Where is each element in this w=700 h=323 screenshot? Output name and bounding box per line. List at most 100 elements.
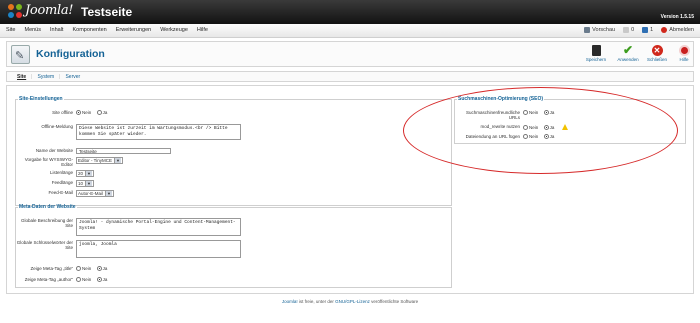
tab-site[interactable]: Site	[17, 74, 26, 80]
offline-message-label: Offline-Meldung	[41, 124, 73, 129]
page-title: Konfiguration	[36, 48, 105, 60]
checkmark-icon: ✔	[622, 43, 634, 57]
offline-message-textarea[interactable]: Diese Website ist zurzeit im Wartungsmod…	[76, 124, 241, 140]
logout-label: Abmelden	[669, 27, 694, 33]
meta-data-fieldset: Meta-Daten der Website Globale Beschreib…	[15, 204, 452, 288]
radio-label-no: Nein	[82, 266, 92, 272]
preview-link[interactable]: Vorschau	[584, 27, 615, 33]
description-textarea[interactable]: Joomla! - dynamische Portal-Engine und C…	[76, 218, 241, 236]
site-title: Testseite	[81, 5, 133, 19]
author-tag-row: Zeige Meta-Tag „author“ Nein Ja	[16, 277, 111, 283]
footer: Joomla! ist freie, unter der GNU/GPL-Liz…	[0, 299, 700, 304]
site-settings-legend: Site-Einstellungen	[19, 96, 63, 102]
keywords-label: Globale Schlüsselwörter der Site	[16, 240, 73, 250]
messages-count: 0	[631, 27, 635, 33]
license-link[interactable]: GNU/GPL-Lizenz	[335, 299, 370, 304]
title-tag-no-radio[interactable]	[76, 266, 81, 272]
apply-button[interactable]: ✔ Anwenden	[617, 43, 639, 62]
logo-text: Joomla!	[25, 3, 74, 18]
main-menu-bar: Site Menüs Inhalt Komponenten Erweiterun…	[0, 24, 700, 38]
feed-length-row: Feedlänge 10 ▼	[16, 180, 94, 187]
footer-text-end: veröffentlichte Software	[369, 299, 419, 304]
list-length-row: Listenlänge 20 ▼	[16, 170, 94, 177]
description-label: Globale Beschreibung der Site	[20, 218, 73, 228]
radio-label-yes: Ja	[102, 277, 108, 283]
config-tabs: Site | System | Server	[6, 71, 694, 82]
feed-length-label: Feedlänge	[51, 180, 73, 185]
feed-length-value: 10	[78, 180, 84, 186]
logout-icon	[661, 27, 668, 33]
site-offline-yes-radio[interactable]	[96, 110, 102, 116]
configuration-icon: ✎	[11, 45, 30, 64]
site-name-input[interactable]: Testseite	[76, 148, 171, 154]
status-area: Vorschau 0 1 Abmelden	[576, 27, 694, 33]
feed-email-select[interactable]: Autor-E-Mail ▼	[76, 190, 114, 197]
meta-data-legend: Meta-Daten der Website	[19, 204, 76, 210]
list-length-label: Listenlänge	[49, 170, 73, 175]
help-icon	[678, 45, 690, 56]
messages-indicator[interactable]: 0	[623, 27, 634, 33]
header-bar: Joomla! Testseite Version 1.5.15	[0, 0, 700, 24]
menu-item-help[interactable]: Hilfe	[197, 27, 208, 33]
joomla-logo-icon	[8, 3, 22, 18]
tab-system[interactable]: System	[37, 74, 54, 80]
logout-link[interactable]: Abmelden	[661, 27, 694, 33]
save-button[interactable]: Speichern	[585, 45, 607, 62]
preview-icon	[584, 27, 591, 33]
chevron-down-icon: ▼	[85, 170, 92, 177]
feed-email-label: Feed-E-Mail	[48, 190, 73, 195]
title-tag-yes-radio[interactable]	[96, 266, 102, 272]
mail-icon	[623, 27, 630, 33]
help-button[interactable]: Hilfe	[673, 45, 695, 62]
users-indicator[interactable]: 1	[642, 27, 653, 33]
joomla-logo[interactable]: Joomla!	[8, 3, 74, 18]
author-tag-label: Zeige Meta-Tag „author“	[24, 277, 73, 282]
editor-select[interactable]: Editor - TinyMCE ▼	[76, 157, 123, 164]
title-tag-row: Zeige Meta-Tag „title“ Nein Ja	[16, 266, 111, 272]
save-icon	[591, 45, 601, 56]
menu-item-components[interactable]: Komponenten	[72, 27, 106, 33]
offline-message-row: Offline-Meldung Diese Website ist zurzei…	[16, 124, 241, 140]
list-length-select[interactable]: 20 ▼	[76, 170, 94, 177]
user-icon	[642, 27, 649, 33]
site-offline-label: Site offline	[52, 110, 73, 115]
tab-server[interactable]: Server	[65, 74, 80, 80]
joomla-link[interactable]: Joomla!	[282, 299, 298, 304]
title-tag-label: Zeige Meta-Tag „title“	[30, 266, 73, 271]
footer-text: ist freie, unter der	[297, 299, 336, 304]
radio-label-no: Nein	[82, 110, 92, 116]
menu-item-tools[interactable]: Werkzeuge	[160, 27, 188, 33]
editor-row: Vorgabe für WYSIWYG-Editor Editor - Tiny…	[16, 157, 123, 167]
chevron-down-icon: ▼	[105, 190, 112, 197]
annotation-circle	[403, 87, 678, 174]
chevron-down-icon: ▼	[114, 157, 121, 164]
keywords-textarea[interactable]: joomla, Joomla	[76, 240, 241, 258]
radio-label-yes: Ja	[102, 266, 108, 272]
menu-item-extensions[interactable]: Erweiterungen	[116, 27, 151, 33]
version-label: Version 1.5.15	[660, 14, 694, 20]
site-settings-fieldset: Site-Einstellungen Site offline Nein Ja …	[15, 96, 452, 206]
chevron-down-icon: ▼	[85, 180, 92, 187]
site-offline-no-radio[interactable]	[76, 110, 81, 116]
description-row: Globale Beschreibung der Site Joomla! - …	[16, 218, 241, 236]
feed-email-value: Autor-E-Mail	[78, 190, 104, 196]
editor-label: Vorgabe für WYSIWYG-Editor	[24, 157, 73, 167]
list-length-value: 20	[78, 170, 84, 176]
menu-item-menus[interactable]: Menüs	[24, 27, 41, 33]
site-name-row: Name der Website Testseite	[16, 148, 171, 154]
site-name-label: Name der Website	[35, 148, 73, 153]
menu-item-content[interactable]: Inhalt	[50, 27, 63, 33]
users-count: 1	[650, 27, 654, 33]
radio-label-no: Nein	[82, 277, 92, 283]
menu-item-site[interactable]: Site	[6, 27, 15, 33]
preview-label: Vorschau	[592, 27, 616, 33]
editor-value: Editor - TinyMCE	[78, 157, 113, 163]
author-tag-no-radio[interactable]	[76, 277, 81, 283]
site-offline-row: Site offline Nein Ja	[16, 110, 111, 116]
feed-length-select[interactable]: 10 ▼	[76, 180, 94, 187]
author-tag-yes-radio[interactable]	[96, 277, 102, 283]
close-button[interactable]: ✕ Schließen	[646, 45, 668, 62]
toolbar: ✎ Konfiguration Speichern ✔ Anwenden ✕ S…	[6, 41, 694, 67]
radio-label-yes: Ja	[102, 110, 108, 116]
close-icon: ✕	[651, 45, 663, 56]
